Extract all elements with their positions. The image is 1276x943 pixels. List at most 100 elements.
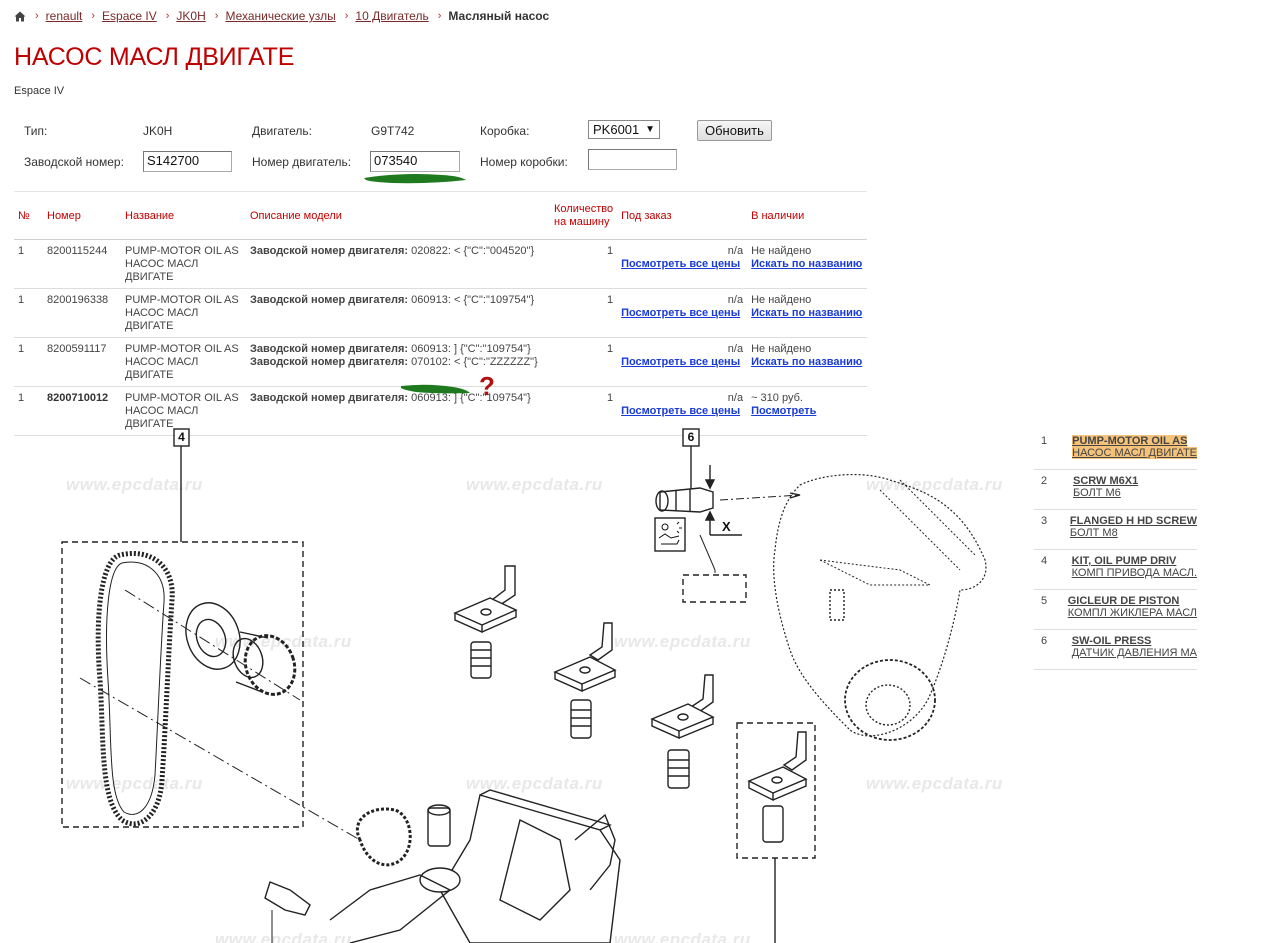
parts-diagram[interactable]: www.epcdata.ru www.epcdata.ru www.epcdat… bbox=[0, 420, 1030, 943]
callout-4[interactable]: 4 bbox=[174, 429, 189, 446]
legend-item-number: 2 bbox=[1041, 475, 1048, 487]
breadcrumb-current: Масляный насос bbox=[448, 9, 550, 23]
stock-status: ~ 310 руб. bbox=[751, 392, 803, 404]
row-index: 1 bbox=[14, 288, 43, 338]
legend-item[interactable]: 4 KIT, OIL PUMP DRIV КОМП ПРИВОДА МАСЛ. bbox=[1034, 550, 1197, 590]
stock-link[interactable]: Посмотреть bbox=[751, 405, 816, 417]
view-all-prices-link[interactable]: Посмотреть все цены bbox=[621, 356, 740, 368]
engine-number-label: Номер двигатель: bbox=[252, 155, 352, 169]
dropdown-arrow-icon: ▼ bbox=[645, 124, 655, 135]
view-all-prices-link[interactable]: Посмотреть все цены bbox=[621, 307, 740, 319]
question-mark-annotation: ? bbox=[479, 371, 495, 401]
column-header-index: № bbox=[14, 191, 43, 240]
model-description-line: Заводской номер двигателя: 060913: < {"C… bbox=[250, 294, 546, 307]
quantity: 1 bbox=[550, 239, 618, 289]
table-row: 1 8200115244 PUMP-MOTOR OIL AS НАСОС МАСЛ Д… bbox=[14, 239, 867, 289]
legend-item-name-ru[interactable]: ДАТЧИК ДАВЛЕНИЯ МА bbox=[1072, 647, 1197, 659]
stock-link[interactable]: Искать по названию bbox=[751, 356, 862, 368]
part-name-ru: НАСОС МАСЛ ДВИГАТЕ bbox=[125, 258, 199, 283]
order-status: n/a bbox=[727, 392, 744, 404]
parts-legend: 1 PUMP-MOTOR OIL AS НАСОС МАСЛ ДВИГАТЕ 2 SCR… bbox=[1034, 430, 1197, 670]
legend-item-name-en[interactable]: GICLEUR DE PISTON bbox=[1068, 595, 1180, 607]
part-name-ru: НАСОС МАСЛ ДВИГАТЕ bbox=[125, 307, 199, 332]
part-name-en: PUMP-MOTOR OIL AS bbox=[125, 245, 239, 257]
breadcrumb-separator: › bbox=[165, 10, 170, 22]
serial-input[interactable]: S142700 bbox=[143, 151, 232, 172]
description-label: Заводской номер двигателя: bbox=[250, 356, 409, 368]
legend-item[interactable]: 1 PUMP-MOTOR OIL AS НАСОС МАСЛ ДВИГАТЕ bbox=[1034, 430, 1197, 470]
model-description-line: Заводской номер двигателя: 070102: < {"C… bbox=[250, 356, 546, 369]
type-value: JK0H bbox=[143, 124, 173, 138]
breadcrumb-link-subgroup[interactable]: 10 Двигатель bbox=[355, 9, 428, 23]
callout-6[interactable]: 6 bbox=[683, 429, 699, 446]
green-highlight-stroke bbox=[401, 384, 470, 394]
column-header-quantity: Количество на машину bbox=[550, 191, 618, 240]
row-index: 1 bbox=[14, 239, 43, 289]
green-highlight-stroke bbox=[364, 174, 466, 184]
order-status: n/a bbox=[727, 343, 744, 355]
stock-status: Не найдено bbox=[751, 343, 812, 355]
gearbox-number-input[interactable] bbox=[588, 149, 677, 170]
legend-item[interactable]: 2 SCRW M6X1 БОЛТ М6 bbox=[1034, 470, 1197, 510]
column-header-stock: В наличии bbox=[747, 191, 867, 240]
part-number[interactable]: 8200196338 bbox=[43, 288, 121, 338]
description-value: 060913: ] {"C":"109754"} bbox=[411, 343, 531, 355]
legend-item-number: 1 bbox=[1041, 435, 1048, 447]
part-name-ru: НАСОС МАСЛ ДВИГАТЕ bbox=[125, 356, 199, 381]
gearbox-label: Коробка: bbox=[480, 124, 530, 138]
part-number[interactable]: 8200115244 bbox=[43, 239, 121, 289]
description-value: 060913: < {"C":"109754"} bbox=[411, 294, 535, 306]
oil-warning-icon bbox=[657, 520, 683, 550]
breadcrumb-link-brand[interactable]: renault bbox=[46, 9, 83, 23]
gearbox-number-label: Номер коробки: bbox=[480, 155, 568, 169]
gearbox-select[interactable]: PK6001 ▼ bbox=[588, 120, 660, 139]
description-label: Заводской номер двигателя: bbox=[250, 343, 409, 355]
legend-item-name-ru[interactable]: БОЛТ М8 bbox=[1070, 527, 1118, 539]
legend-item-name-en[interactable]: KIT, OIL PUMP DRIV bbox=[1072, 555, 1177, 567]
row-index: 1 bbox=[14, 337, 43, 387]
model-description-line: Заводской номер двигателя: 020822: < {"C… bbox=[250, 245, 546, 258]
update-button[interactable]: Обновить bbox=[697, 120, 772, 141]
model-description-line: Заводской номер двигателя: 060913: ] {"C… bbox=[250, 343, 546, 356]
part-number[interactable]: 8200591117 bbox=[43, 337, 121, 387]
breadcrumb-link-model[interactable]: Espace IV bbox=[102, 9, 157, 23]
part-name-en: PUMP-MOTOR OIL AS bbox=[125, 343, 239, 355]
legend-item-name-ru[interactable]: НАСОС МАСЛ ДВИГАТЕ bbox=[1072, 447, 1197, 459]
gearbox-select-value: PK6001 bbox=[593, 122, 640, 137]
legend-item-name-en[interactable]: SCRW M6X1 bbox=[1073, 475, 1138, 487]
column-header-number: Номер bbox=[43, 191, 121, 240]
view-all-prices-link[interactable]: Посмотреть все цены bbox=[621, 405, 740, 417]
table-row: 1 8200196338 PUMP-MOTOR OIL AS НАСОС МАСЛ Д… bbox=[14, 288, 867, 338]
column-header-name: Название bbox=[121, 191, 246, 240]
part-name-en: PUMP-MOTOR OIL AS bbox=[125, 392, 239, 404]
legend-item[interactable]: 6 SW-OIL PRESS ДАТЧИК ДАВЛЕНИЯ МА bbox=[1034, 630, 1197, 670]
legend-item-name-ru[interactable]: КОМПЛ ЖИКЛЕРА МАСЛ bbox=[1068, 607, 1197, 619]
quantity: 1 bbox=[550, 288, 618, 338]
breadcrumb-link-group[interactable]: Механические узлы bbox=[225, 9, 335, 23]
legend-item-number: 5 bbox=[1041, 595, 1048, 607]
breadcrumb-link-type[interactable]: JK0H bbox=[176, 9, 205, 23]
engine-label: Двигатель: bbox=[252, 124, 312, 138]
legend-item-name-en[interactable]: SW-OIL PRESS bbox=[1072, 635, 1152, 647]
view-all-prices-link[interactable]: Посмотреть все цены bbox=[621, 258, 740, 270]
legend-item-name-en[interactable]: PUMP-MOTOR OIL AS bbox=[1072, 435, 1188, 447]
breadcrumb-separator: › bbox=[91, 10, 96, 22]
order-status: n/a bbox=[727, 294, 744, 306]
legend-item[interactable]: 3 FLANGED H HD SCREW БОЛТ М8 bbox=[1034, 510, 1197, 550]
description-label: Заводской номер двигателя: bbox=[250, 245, 409, 257]
legend-item-name-ru[interactable]: БОЛТ М6 bbox=[1073, 487, 1121, 499]
legend-item-name-en[interactable]: FLANGED H HD SCREW bbox=[1070, 515, 1197, 527]
stock-status: Не найдено bbox=[751, 245, 812, 257]
exploded-view-drawing bbox=[61, 428, 987, 943]
breadcrumb-separator: › bbox=[35, 10, 39, 22]
description-label: Заводской номер двигателя: bbox=[250, 294, 409, 306]
legend-item[interactable]: 5 GICLEUR DE PISTON КОМПЛ ЖИКЛЕРА МАСЛ bbox=[1034, 590, 1197, 630]
stock-link[interactable]: Искать по названию bbox=[751, 307, 862, 319]
stock-link[interactable]: Искать по названию bbox=[751, 258, 862, 270]
home-icon[interactable] bbox=[14, 11, 26, 22]
parts-table: № Номер Название Описание модели Количес… bbox=[14, 191, 867, 436]
part-name-en: PUMP-MOTOR OIL AS bbox=[125, 294, 239, 306]
breadcrumb-separator: › bbox=[214, 10, 219, 22]
dimension-x-label: X bbox=[722, 519, 731, 534]
legend-item-name-ru[interactable]: КОМП ПРИВОДА МАСЛ. bbox=[1072, 567, 1197, 579]
